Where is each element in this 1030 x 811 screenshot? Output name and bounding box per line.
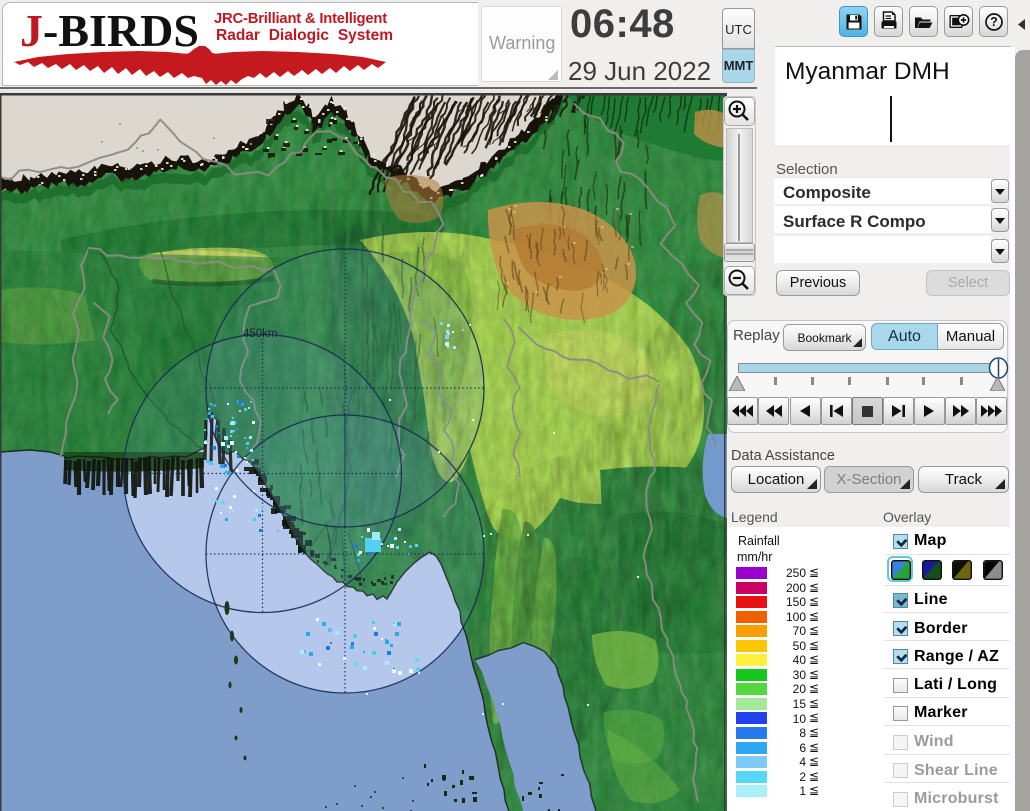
svg-text:?: ? [990,15,998,29]
svg-text:450km: 450km [243,328,278,340]
